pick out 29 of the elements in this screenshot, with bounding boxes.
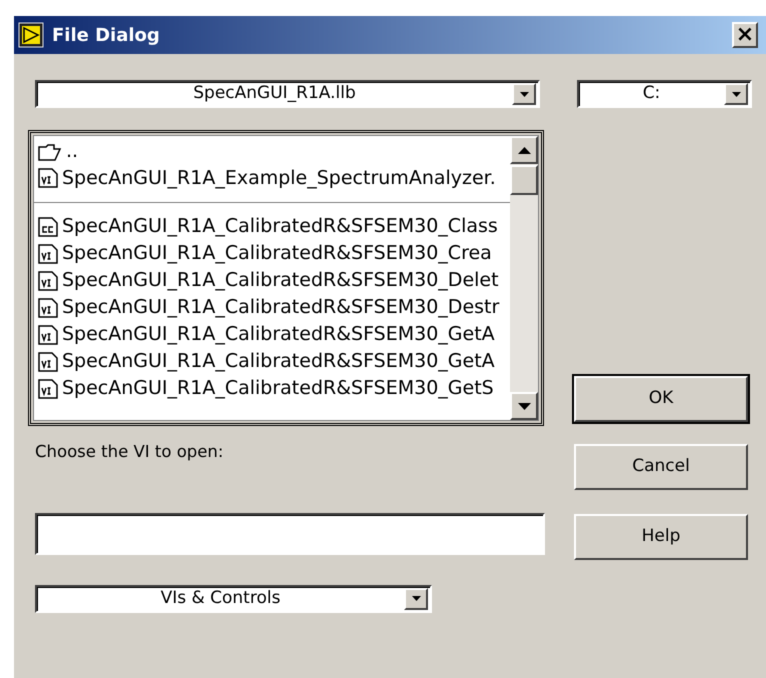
vi-file-icon — [38, 168, 58, 188]
file-item[interactable]: SpecAnGUI_R1A_Example_SpectrumAnalyzer. — [34, 165, 510, 203]
window-title: File Dialog — [52, 24, 160, 48]
control-file-icon — [38, 216, 58, 236]
caret-icon — [724, 83, 748, 105]
filter-dropdown[interactable]: VIs & Controls — [35, 584, 432, 613]
vi-file-icon — [38, 324, 58, 344]
path-dropdown[interactable]: SpecAnGUI_R1A.llb — [35, 80, 540, 108]
app-icon — [18, 22, 44, 48]
caret-icon — [404, 588, 428, 610]
close-button[interactable]: × — [732, 22, 758, 48]
vi-file-icon — [38, 298, 58, 318]
drive-dropdown[interactable]: C: — [577, 80, 752, 108]
file-name: SpecAnGUI_R1A_Example_SpectrumAnalyzer. — [62, 166, 496, 191]
dialog-button[interactable]: Help — [574, 514, 748, 560]
file-item[interactable]: .. — [34, 138, 510, 165]
folder-icon — [38, 142, 62, 160]
prompt-label: Choose the VI to open: — [35, 441, 224, 463]
caret-icon — [512, 83, 536, 105]
scrollbar[interactable] — [510, 136, 538, 420]
file-name: .. — [66, 139, 78, 164]
vi-file-icon — [38, 244, 58, 264]
name-input-field[interactable] — [35, 512, 545, 555]
vi-file-icon — [38, 270, 58, 290]
vi-file-icon — [38, 352, 58, 372]
dialog-button[interactable]: OK — [574, 376, 748, 422]
scroll-thumb[interactable] — [510, 165, 538, 195]
vi-file-icon — [38, 378, 58, 398]
dialog-button[interactable]: Cancel — [574, 444, 748, 490]
